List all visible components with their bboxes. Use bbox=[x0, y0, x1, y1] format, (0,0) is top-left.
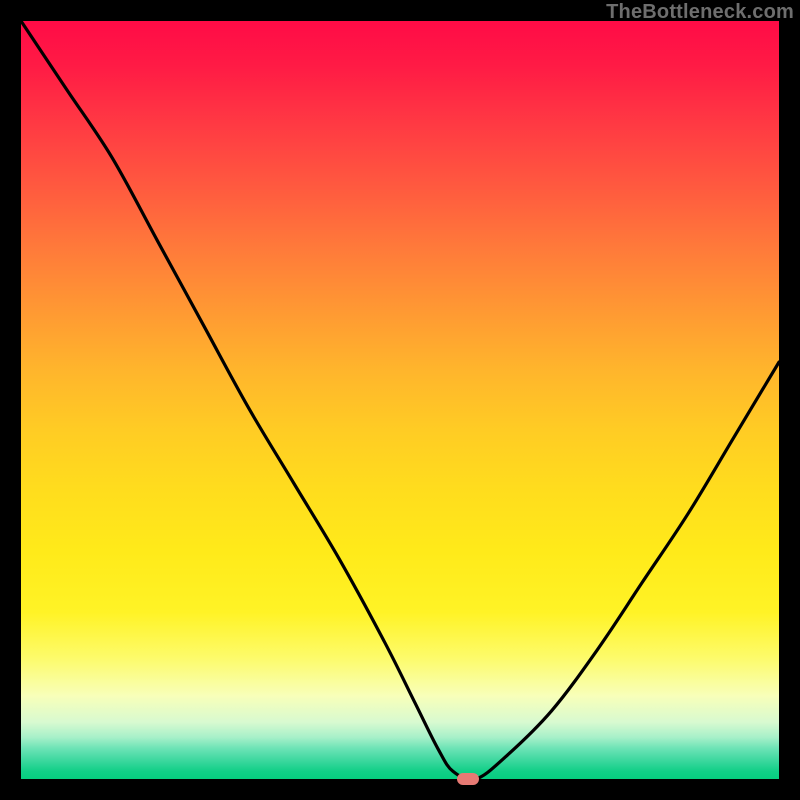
optimal-point-marker bbox=[457, 773, 479, 785]
chart-frame: TheBottleneck.com bbox=[0, 0, 800, 800]
watermark-text: TheBottleneck.com bbox=[606, 1, 794, 24]
bottleneck-curve bbox=[21, 21, 779, 779]
